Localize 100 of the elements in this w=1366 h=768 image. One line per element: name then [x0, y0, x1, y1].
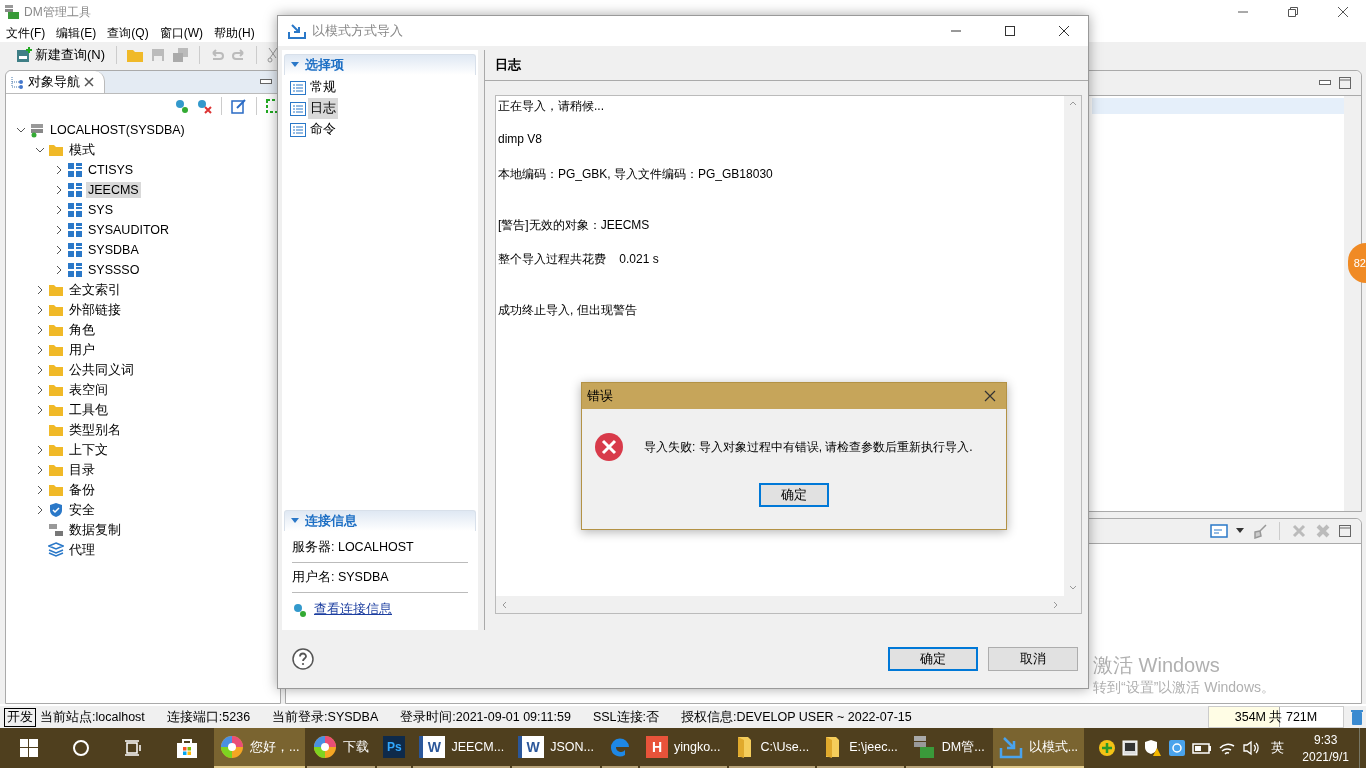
folder-icon: [48, 302, 64, 318]
tree-item[interactable]: 外部链接: [67, 300, 123, 320]
tree-item[interactable]: SYS: [86, 202, 115, 218]
tree-item[interactable]: 角色: [67, 320, 97, 340]
grid-icon: [67, 162, 83, 178]
tree-item[interactable]: SYSSSO: [86, 262, 142, 278]
ok-button[interactable]: 确定: [888, 647, 978, 671]
expander-icon[interactable]: [54, 205, 64, 215]
tree-item[interactable]: SYSDBA: [86, 242, 141, 258]
windows-start-icon[interactable]: [20, 739, 38, 757]
menu-item[interactable]: 帮助(H): [214, 24, 255, 42]
task-view-icon[interactable]: [124, 739, 142, 757]
option-item[interactable]: 常规: [308, 77, 338, 98]
section-header[interactable]: 连接信息: [284, 510, 476, 531]
tree-item[interactable]: 目录: [67, 460, 97, 480]
taskbar-app[interactable]: 您好，...: [214, 728, 306, 768]
tree-item[interactable]: SYSAUDITOR: [86, 222, 172, 238]
close-icon[interactable]: [1337, 6, 1349, 18]
monitor-icon[interactable]: [1122, 740, 1139, 756]
connection-link[interactable]: 查看连接信息: [314, 601, 392, 618]
expander-icon[interactable]: [35, 325, 45, 335]
tree-item[interactable]: 安全: [67, 500, 97, 520]
taskbar-app[interactable]: W JEECM...: [413, 728, 511, 768]
taskbar-app[interactable]: W JSON...: [512, 728, 600, 768]
expander-icon[interactable]: [35, 465, 45, 475]
expand-icon[interactable]: [266, 98, 280, 114]
option-item[interactable]: 命令: [308, 119, 338, 140]
trash-icon[interactable]: [1350, 708, 1364, 726]
connect-icon[interactable]: [174, 98, 190, 114]
caret-icon[interactable]: [1236, 528, 1244, 534]
tree-item[interactable]: 上下文: [67, 440, 110, 460]
restore-icon[interactable]: [1287, 6, 1299, 18]
new-query-button[interactable]: 新建查询(N): [14, 46, 108, 64]
help-icon[interactable]: [292, 648, 314, 670]
expander-icon[interactable]: [35, 345, 45, 355]
taskbar-app[interactable]: DM管...: [905, 728, 991, 768]
menu-item[interactable]: 窗口(W): [159, 24, 203, 42]
console-icon[interactable]: [1210, 523, 1228, 539]
expander-icon[interactable]: [54, 245, 64, 255]
tree-item[interactable]: 表空间: [67, 380, 110, 400]
taskbar-app[interactable]: 以模式...: [992, 728, 1085, 768]
maximize-icon[interactable]: [1004, 25, 1016, 37]
expander-icon[interactable]: [35, 485, 45, 495]
taskbar-app[interactable]: E:\jeec...: [817, 728, 904, 768]
expander-icon[interactable]: [54, 185, 64, 195]
tree-item[interactable]: 模式: [67, 140, 97, 160]
close-icon[interactable]: [84, 77, 94, 87]
grid-icon: [67, 262, 83, 278]
expander-icon[interactable]: [35, 305, 45, 315]
close-icon[interactable]: [1058, 25, 1070, 37]
expander-icon[interactable]: [35, 285, 45, 295]
tree-item[interactable]: 数据复制: [67, 520, 123, 540]
cancel-button[interactable]: 取消: [988, 647, 1078, 671]
expander-icon[interactable]: [35, 365, 45, 375]
expander-icon[interactable]: [35, 445, 45, 455]
menu-item[interactable]: 编辑(E): [56, 24, 97, 42]
ok-button[interactable]: 确定: [759, 483, 829, 507]
expander-icon[interactable]: [35, 385, 45, 395]
expander-icon[interactable]: [35, 405, 45, 415]
expander-icon[interactable]: [35, 145, 45, 155]
taskbar-app[interactable]: 下载: [307, 728, 376, 768]
tree-item[interactable]: JEECMS: [86, 182, 141, 198]
clock-time[interactable]: 9:33: [1313, 732, 1338, 747]
tree-item[interactable]: LOCALHOST(SYSDBA): [48, 122, 187, 138]
minimize-icon[interactable]: [260, 79, 272, 85]
edit-icon[interactable]: [231, 98, 247, 114]
expander-icon[interactable]: [54, 265, 64, 275]
tree-item[interactable]: 工具包: [67, 400, 110, 420]
tree-item[interactable]: 全文索引: [67, 280, 123, 300]
store-icon[interactable]: [176, 737, 198, 759]
tree-item[interactable]: 公共同义词: [67, 360, 136, 380]
option-item[interactable]: 日志: [308, 98, 338, 119]
expander-icon[interactable]: [16, 125, 26, 135]
tree-item[interactable]: CTISYS: [86, 162, 136, 178]
menu-item[interactable]: 文件(F): [6, 24, 46, 42]
navigator-tab[interactable]: 对象导航: [6, 71, 105, 93]
disconnect-icon[interactable]: [196, 98, 212, 114]
taskbar-app[interactable]: C:\Use...: [728, 728, 816, 768]
input-method[interactable]: 英: [1271, 739, 1285, 757]
plus-icon[interactable]: [1098, 739, 1117, 757]
taskbar-app[interactable]: H yingko...: [640, 728, 727, 768]
expander-icon[interactable]: [54, 165, 64, 175]
expander-icon[interactable]: [35, 505, 45, 515]
shield-warning-icon[interactable]: [1144, 739, 1163, 757]
tree-item[interactable]: 代理: [67, 540, 97, 560]
network-app-icon[interactable]: [1168, 739, 1187, 757]
minimize-icon[interactable]: [1319, 80, 1331, 86]
section-header[interactable]: 选择项: [284, 54, 476, 75]
battery-icon[interactable]: [1192, 741, 1213, 755]
expander-icon[interactable]: [54, 225, 64, 235]
tree-item[interactable]: 备份: [67, 480, 97, 500]
clock-date[interactable]: 2021/9/1: [1302, 749, 1349, 764]
tree-item[interactable]: 类型别名: [67, 420, 123, 440]
menu-item[interactable]: 查询(Q): [107, 24, 149, 42]
search-icon[interactable]: [72, 739, 90, 757]
tree-item[interactable]: 用户: [67, 340, 97, 360]
taskbar-app[interactable]: Ps: [377, 728, 412, 768]
close-icon[interactable]: [984, 390, 996, 402]
connection-info: 服务器: LOCALHOST: [292, 533, 468, 563]
volume-icon[interactable]: [1242, 740, 1261, 756]
